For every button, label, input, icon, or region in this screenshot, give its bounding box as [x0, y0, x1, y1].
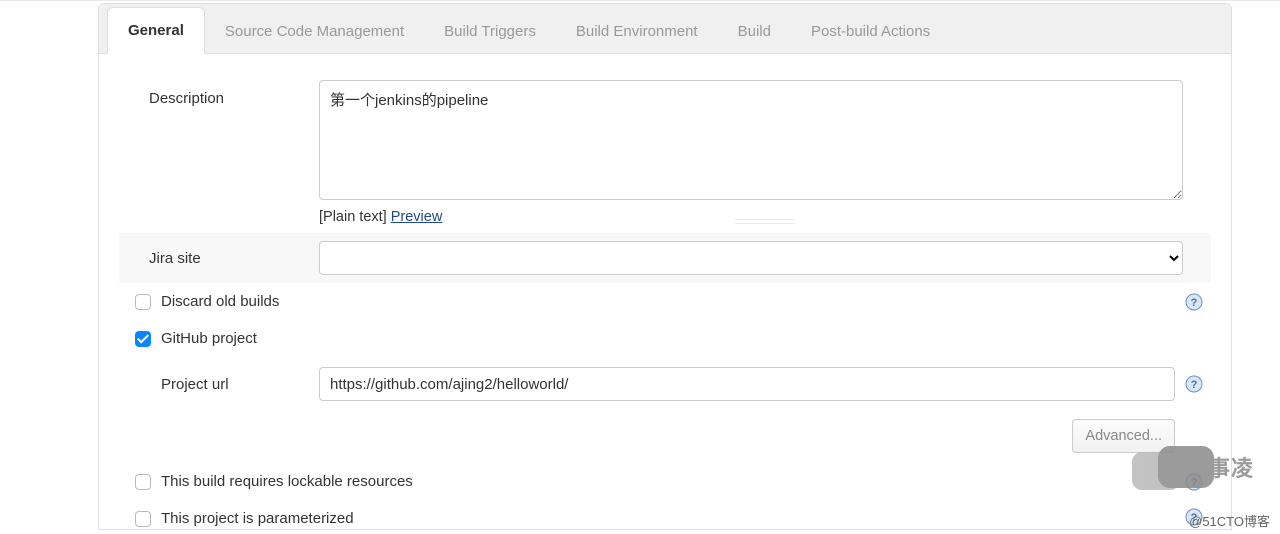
svg-text:?: ?	[1191, 512, 1198, 524]
project-url-label: Project url	[119, 376, 319, 393]
discard-old-builds-checkbox[interactable]	[135, 294, 151, 310]
tab-bar: General Source Code Management Build Tri…	[99, 4, 1231, 54]
tab-general[interactable]: General	[107, 7, 205, 54]
help-icon[interactable]: ?	[1185, 293, 1203, 311]
tab-scm[interactable]: Source Code Management	[205, 9, 424, 54]
svg-text:?: ?	[1191, 297, 1198, 309]
jira-site-select[interactable]	[319, 241, 1183, 275]
svg-text:?: ?	[1191, 379, 1198, 391]
discard-old-builds-label[interactable]: Discard old builds	[161, 293, 279, 310]
description-textarea[interactable]: 第一个jenkins的pipeline	[319, 80, 1183, 200]
lockable-resources-checkbox[interactable]	[135, 474, 151, 490]
preview-link[interactable]: Preview	[391, 209, 443, 225]
description-label: Description	[119, 80, 319, 113]
lockable-resources-label[interactable]: This build requires lockable resources	[161, 473, 413, 490]
resize-handle-icon[interactable]	[735, 219, 795, 224]
tab-build[interactable]: Build	[718, 9, 791, 54]
github-project-checkbox[interactable]	[135, 331, 151, 347]
svg-text:?: ?	[1191, 477, 1198, 489]
advanced-button[interactable]: Advanced...	[1072, 419, 1175, 453]
github-project-label[interactable]: GitHub project	[161, 330, 257, 347]
tab-build-environment[interactable]: Build Environment	[556, 9, 718, 54]
config-panel: General Source Code Management Build Tri…	[98, 3, 1232, 530]
project-url-input[interactable]	[319, 367, 1175, 401]
help-icon[interactable]: ?	[1185, 473, 1203, 491]
jira-site-label: Jira site	[119, 244, 319, 273]
tab-build-triggers[interactable]: Build Triggers	[424, 9, 556, 54]
tab-post-build-actions[interactable]: Post-build Actions	[791, 9, 950, 54]
help-icon[interactable]: ?	[1185, 508, 1203, 526]
help-icon[interactable]: ?	[1185, 375, 1203, 393]
plain-text-hint: [Plain text]	[319, 209, 391, 225]
parameterized-checkbox[interactable]	[135, 511, 151, 527]
parameterized-label[interactable]: This project is parameterized	[161, 510, 354, 527]
